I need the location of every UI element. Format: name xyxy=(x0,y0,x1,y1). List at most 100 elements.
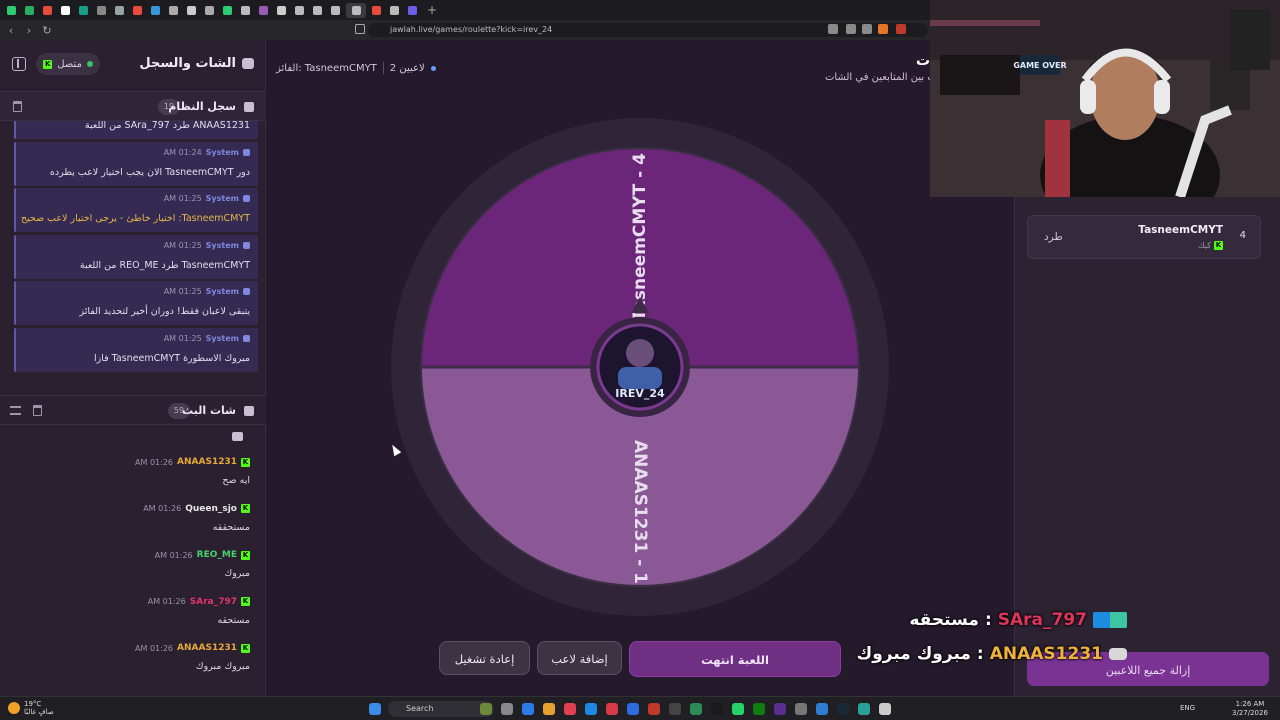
trash-icon[interactable] xyxy=(13,101,22,112)
taskbar-app-icon[interactable] xyxy=(522,703,534,715)
browser-tab[interactable] xyxy=(202,3,217,18)
browser-tab[interactable] xyxy=(22,3,37,18)
collapse-panel-icon[interactable] xyxy=(12,57,26,71)
taskbar-app-icon[interactable] xyxy=(501,703,513,715)
taskbar-app-icon[interactable] xyxy=(795,703,807,715)
windows-start-icon[interactable] xyxy=(369,703,381,715)
chat-username[interactable]: SAra_797 xyxy=(190,597,237,607)
browser-tab[interactable] xyxy=(148,3,163,18)
tab-favicon-icon xyxy=(241,5,250,15)
taskbar-app-icon[interactable] xyxy=(753,703,765,715)
overlay-username: ANAAS1231 xyxy=(989,644,1103,664)
trash-icon[interactable] xyxy=(33,405,42,416)
kick-icon: K xyxy=(241,550,250,560)
browser-tab[interactable] xyxy=(274,3,289,18)
browser-tab[interactable] xyxy=(346,2,366,18)
new-tab-button[interactable]: + xyxy=(427,3,437,17)
add-player-button[interactable]: إضافة لاعب xyxy=(537,641,622,675)
taskbar-app-icon[interactable] xyxy=(816,703,828,715)
kick-icon: K xyxy=(241,504,250,513)
share-icon[interactable] xyxy=(862,24,872,34)
taskbar-app-icon[interactable] xyxy=(732,703,744,715)
browser-tab[interactable] xyxy=(310,3,325,18)
browser-tab[interactable] xyxy=(405,3,420,18)
browser-tab[interactable] xyxy=(94,3,109,18)
browser-tab[interactable] xyxy=(328,3,343,18)
forward-icon[interactable]: › xyxy=(22,24,36,37)
game-ended-button[interactable]: اللعبة انتهت xyxy=(629,641,841,677)
weather-icon[interactable] xyxy=(8,702,20,714)
taskbar-app-icon[interactable] xyxy=(774,703,786,715)
taskbar-app-icon[interactable] xyxy=(669,703,681,715)
taskbar-app-icon[interactable] xyxy=(648,703,660,715)
browser-tab[interactable] xyxy=(76,3,91,18)
back-icon[interactable]: ‹ xyxy=(4,24,18,37)
log-meta: AM 01:25 System xyxy=(164,334,250,343)
rewards-icon[interactable] xyxy=(896,24,906,34)
zoom-icon[interactable] xyxy=(846,24,856,34)
brave-shield-icon[interactable] xyxy=(878,24,888,34)
url-field[interactable]: jawlah.live/games/roulette?kick=irev_24 xyxy=(368,23,928,37)
taskbar-app-icon[interactable] xyxy=(711,703,723,715)
taskbar-app-icon[interactable] xyxy=(627,703,639,715)
browser-tab[interactable] xyxy=(4,3,19,18)
chat-username[interactable]: Queen_sjo xyxy=(185,504,237,514)
taskbar-search[interactable]: Search xyxy=(388,701,494,717)
webcam-image: GAME OVER xyxy=(930,0,1280,197)
browser-tab[interactable] xyxy=(40,3,55,18)
tab-favicon-icon xyxy=(351,5,361,15)
weather-widget[interactable]: 19°C صافٍ غالبًا xyxy=(24,700,54,716)
taskbar-app-icon[interactable] xyxy=(480,703,492,715)
avatar-head xyxy=(626,339,654,367)
taskbar-app-icon[interactable] xyxy=(858,703,870,715)
chat-username[interactable]: REO_ME xyxy=(197,550,237,560)
browser-tab[interactable] xyxy=(369,3,384,18)
taskbar-app-icon[interactable] xyxy=(564,703,576,715)
tab-favicon-icon xyxy=(7,5,16,15)
browser-tab[interactable] xyxy=(220,3,235,18)
chat-time: AM 01:26 xyxy=(147,597,186,606)
browser-tab[interactable] xyxy=(184,3,199,18)
filter-icon[interactable] xyxy=(10,406,21,415)
chat-message: AM 01:26 SAra_797 K مستحقه xyxy=(10,597,250,643)
chat-username[interactable]: ANAAS1231 xyxy=(177,643,237,653)
bot-icon xyxy=(243,288,250,295)
system-log-item: AM 01:25 System TasneemCMYT: اختيار خاطئ -… xyxy=(14,188,258,232)
webcam-overlay: GAME OVER xyxy=(930,0,1280,197)
overlay-username: SAra_797 xyxy=(997,610,1087,630)
platform-label: كيك xyxy=(1198,241,1211,250)
log-sender: System xyxy=(205,333,239,343)
chat-username[interactable]: ANAAS1231 xyxy=(177,457,237,467)
tab-favicon-icon xyxy=(25,5,34,15)
browser-tab[interactable] xyxy=(130,3,145,18)
taskbar-app-icon[interactable] xyxy=(543,703,555,715)
taskbar-app-icon[interactable] xyxy=(879,703,891,715)
roulette-wheel[interactable]: TasneemCMYT - 4 ANAAS1231 - 1 IREV_24 xyxy=(390,117,890,617)
bookmark-icon[interactable] xyxy=(355,24,365,34)
page-subtitle: ب بين المتابعين في الشات xyxy=(825,72,937,83)
overlay-separator: : xyxy=(984,610,992,630)
browser-tab[interactable] xyxy=(112,3,127,18)
browser-tab[interactable] xyxy=(166,3,181,18)
kick-player-button[interactable]: طرد xyxy=(1044,231,1063,243)
browser-tab[interactable] xyxy=(387,3,402,18)
restart-button[interactable]: إعادة تشغيل xyxy=(439,641,530,675)
log-icon xyxy=(244,102,254,112)
taskbar-app-icon[interactable] xyxy=(585,703,597,715)
language-indicator[interactable]: ENG xyxy=(1180,704,1195,712)
chat-meta: AM 01:26 SAra_797 K xyxy=(148,597,250,607)
tab-favicon-icon xyxy=(79,5,88,15)
gamepad-icon xyxy=(1109,648,1127,660)
log-sender: System xyxy=(205,287,239,296)
browser-tab[interactable] xyxy=(292,3,307,18)
taskbar-app-icon[interactable] xyxy=(837,703,849,715)
reload-icon[interactable]: ↻ xyxy=(40,24,54,37)
browser-tab[interactable] xyxy=(238,3,253,18)
translate-icon[interactable] xyxy=(828,24,838,34)
page-title: ت xyxy=(916,53,931,69)
system-clock[interactable]: 1:26 AM 3/27/2026 xyxy=(1232,700,1268,718)
taskbar-app-icon[interactable] xyxy=(690,703,702,715)
browser-tab[interactable] xyxy=(256,3,271,18)
taskbar-app-icon[interactable] xyxy=(606,703,618,715)
browser-tab[interactable] xyxy=(58,3,73,18)
